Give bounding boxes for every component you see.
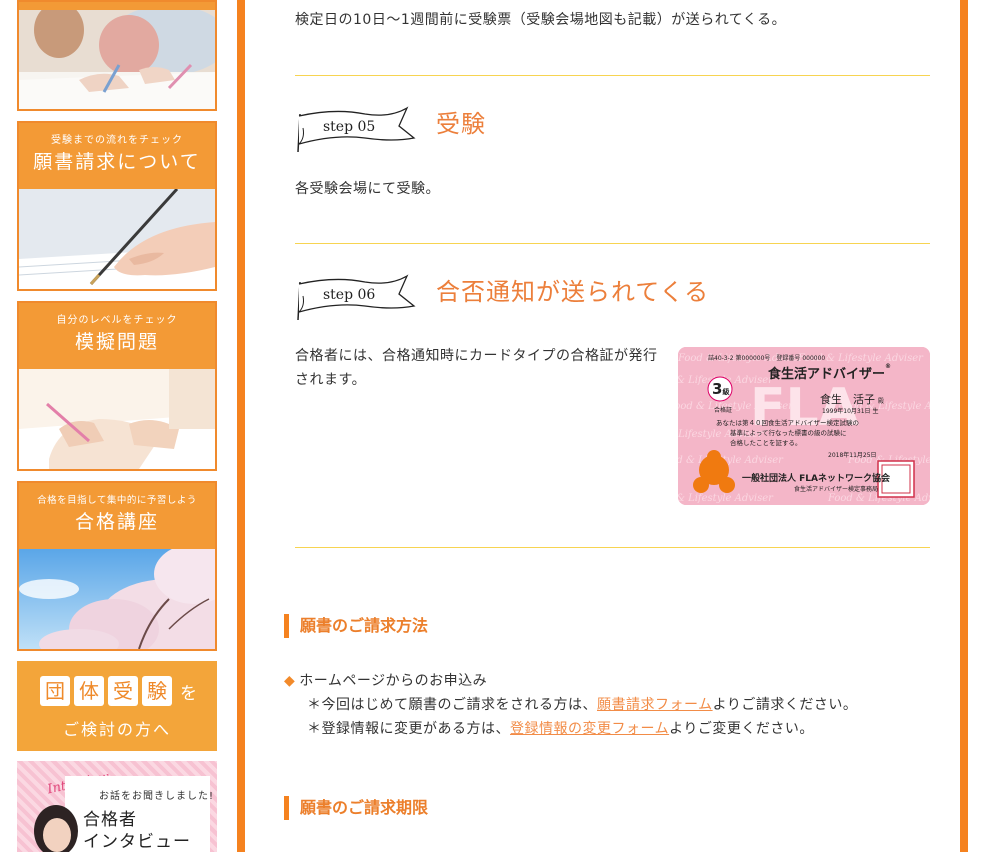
step-label: step 05 (323, 119, 376, 135)
content-border-left (237, 0, 245, 852)
banner-header: 受験までの流れをチェック 願書請求について (19, 123, 215, 189)
divider (295, 547, 930, 548)
study-photo (19, 369, 215, 469)
cherry-blossom-photo (19, 549, 215, 649)
certificate-holder: 食生 活子殿 (820, 393, 885, 406)
certificate-org: 一般社団法人 FLAネットワーク協会 (742, 474, 890, 484)
request-line-text: ＊今回はじめて願書のご請求をされる方は、 (307, 697, 597, 713)
group-char: 受 (108, 676, 138, 706)
registration-change-form-link[interactable]: 登録情報の変更フォーム (510, 721, 669, 737)
group-char: 験 (142, 676, 172, 706)
request-method-heading: ◆ ホームページからのお申込み (284, 669, 487, 693)
banner-subtitle: 受験までの流れをチェック (51, 135, 183, 146)
group-char: 団 (40, 676, 70, 706)
group-exam-subtitle: ご検討の方へ (62, 720, 171, 739)
certificate-body: 合格したことを証する。 (730, 439, 802, 447)
step-05-flag: step 05 (295, 104, 417, 158)
request-line-text: ＊登録情報に変更がある方は、 (307, 721, 510, 737)
certificate-reg-no: 詰40-3-2 第000000号 登録番号 000000 (708, 355, 826, 362)
step-06-flag: step 06 (295, 272, 417, 326)
diamond-bullet-icon: ◆ (284, 673, 296, 689)
pattern-text: Food & Lifestyle Adviser (678, 493, 774, 504)
request-line-update: ＊登録情報に変更がある方は、登録情報の変更フォームよりご変更ください。 (307, 717, 814, 741)
certificate-body: あなたは第４０回食生活アドバイザー検定試験の (716, 419, 859, 427)
banner-title: 模擬問題 (74, 331, 159, 353)
group-exam-banner[interactable]: 団 体 受 験 を ご検討の方へ (17, 661, 217, 751)
banner-title: 合格講座 (74, 511, 159, 533)
certificate-org-sub: 食生活アドバイザー検定事務局 (794, 486, 879, 493)
certificate-card-image: Food & Lifestyle Adviser Food & Lifestyl… (678, 347, 930, 505)
certificate-birth: 1999年10月31日 生 (822, 408, 879, 415)
exam-photo (19, 10, 215, 109)
banner-subtitle: 合格を目指して集中的に予習しよう (37, 495, 197, 506)
step-text: 合格者には、合格通知時にカードタイプの合格証が発行されます。 (295, 348, 658, 388)
exam-photo-banner[interactable] (17, 0, 217, 111)
writing-photo (19, 189, 215, 289)
step-label: step 06 (323, 287, 376, 303)
step-title: 合否通知が送られてくる (436, 278, 710, 306)
certificate-title: 食生活アドバイザー® (768, 363, 892, 382)
request-line-new: ＊今回はじめて願書のご請求をされる方は、願書請求フォームよりご請求ください。 (307, 693, 857, 717)
request-line-text: よりご変更ください。 (669, 721, 814, 737)
section-title-request-method: 願書のご請求方法 (284, 614, 428, 638)
divider (295, 243, 930, 244)
step-title: 受験 (436, 110, 486, 138)
interview-small: お話をお聞きしました! (99, 791, 215, 802)
banner-header: 合格を目指して集中的に予習しよう 合格講座 (19, 483, 215, 549)
section-title-request-deadline: 願書のご請求期限 (284, 796, 428, 820)
banner-header: 自分のレベルをチェック 模擬問題 (19, 303, 215, 369)
interview-line2: インタビュー (83, 832, 191, 852)
content-border-right (960, 0, 968, 852)
step-text: 各受験会場にて受験。 (295, 181, 440, 197)
pattern-text: Food & Lifestyle Adviser (678, 455, 784, 466)
application-form-link[interactable]: 願書請求フォーム (597, 697, 713, 713)
group-char: 体 (74, 676, 104, 706)
application-banner[interactable]: 受験までの流れをチェック 願書請求について (17, 121, 217, 291)
intro-text: 検定日の10日〜1週間前に受験票（受験会場地図も記載）が送られてくる。 (295, 12, 787, 28)
request-heading-text: ホームページからのお申込み (299, 673, 488, 689)
certificate-grade: 3級 (712, 380, 730, 398)
certificate-body: 基準によって行なった標書の級の試験に (730, 429, 847, 437)
course-banner[interactable]: 合格を目指して集中的に予習しよう 合格講座 (17, 481, 217, 651)
request-line-text: よりご請求ください。 (712, 697, 858, 713)
group-exam-title: 団 体 受 験 を (40, 676, 197, 706)
group-suffix: を (180, 683, 197, 704)
banner-title: 願書請求について (33, 151, 201, 173)
divider (295, 75, 930, 76)
banner-subtitle: 自分のレベルをチェック (56, 315, 178, 326)
interview-banner[interactable]: Interview お話をお聞きしました! 合格者 インタビュー (17, 761, 217, 852)
certificate-date: 2018年11月25日 (828, 452, 877, 459)
interviewee-photo (31, 801, 81, 852)
certificate-grade-label: 合格証 (714, 407, 733, 414)
mock-exam-banner[interactable]: 自分のレベルをチェック 模擬問題 (17, 301, 217, 471)
